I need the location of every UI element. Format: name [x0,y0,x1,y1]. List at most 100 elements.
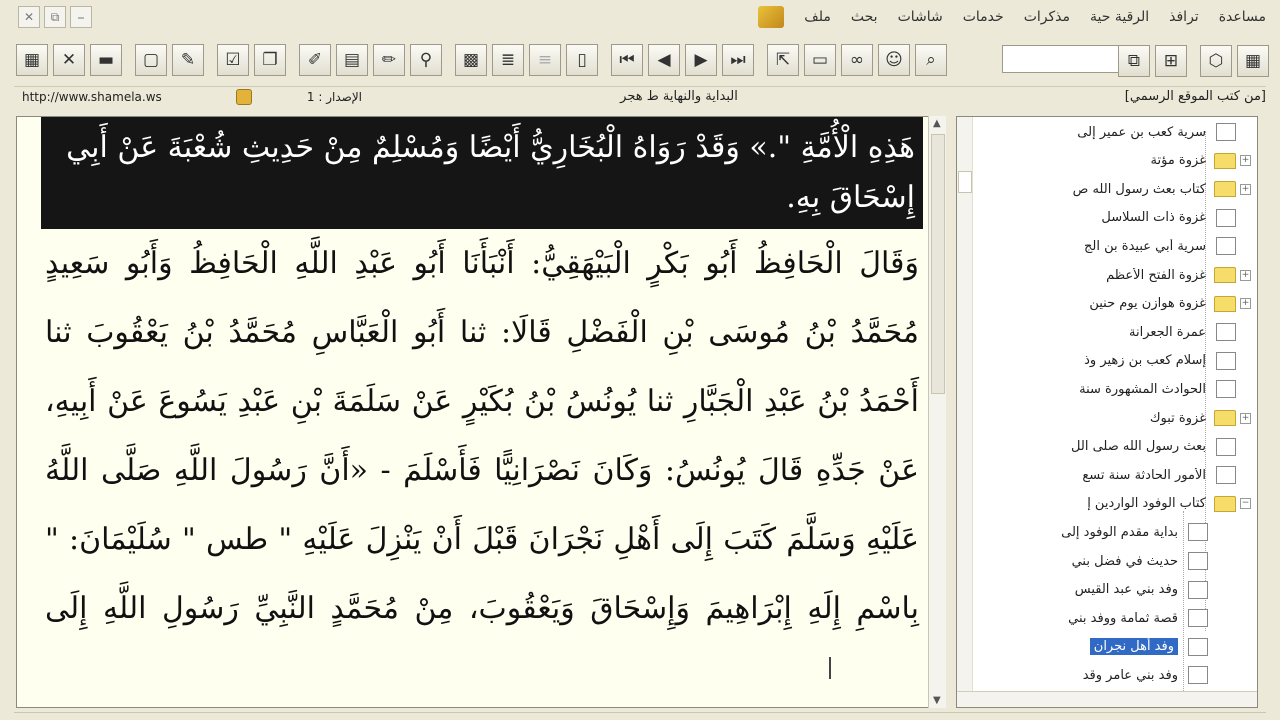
scholar-icon[interactable]: ☺ [878,44,910,76]
book-icon[interactable]: ▬ [90,44,122,76]
pencil-icon[interactable]: ✏ [373,44,405,76]
shelf-icon[interactable]: ▦ [1237,45,1269,77]
tree-item[interactable]: غزوة ذات السلاسل [1061,207,1251,229]
menu-services[interactable]: خدمات [963,9,1004,25]
tree-item[interactable]: + غزوة الفتح الأعظم [1061,264,1251,286]
website-link[interactable]: http://www.shamela.ws [22,90,162,104]
tree-item[interactable]: سرية كعب بن عمير إلى [1061,121,1251,143]
menu-tarafudh[interactable]: ترافذ [1169,9,1199,25]
scrollbar-thumb[interactable] [931,134,945,394]
tree-item[interactable]: عمرة الجعرانة [1061,321,1251,343]
library-icon[interactable]: ⬡ [1200,45,1232,77]
expand-icon[interactable]: + [1240,155,1251,167]
menu-search[interactable]: بحث [851,9,878,25]
search-doc-icon[interactable]: ⌕ [915,44,947,76]
tree-item[interactable]: إسلام كعب بن زهير وذ [1061,350,1251,372]
folder-icon [1214,152,1236,169]
tree-item-label: غزوة هوازن يوم حنين [1089,296,1206,312]
new-window-icon[interactable]: ⧉ [1118,45,1150,77]
minimize-icon[interactable]: ⎯ [70,6,92,28]
tree-item[interactable]: + غزوة تبوك [1061,407,1251,429]
page-icon [1216,466,1236,485]
tree-icon[interactable]: ⊞ [1155,45,1187,77]
page-icon [1188,609,1208,628]
menu-ruqya[interactable]: الرقية حية [1090,9,1149,25]
highlighted-passage[interactable]: هَذِهِ الْأُمَّةِ ".» وَقَدْ رَوَاهُ الْ… [41,117,923,229]
check-icon[interactable]: ☑ [217,44,249,76]
tree-scrollbar-thumb[interactable] [958,171,972,193]
tree-item[interactable]: بعث رسول الله صلى الل [1061,436,1251,458]
tree-scrollbar[interactable] [957,117,973,693]
grid-icon[interactable]: ▩ [455,44,487,76]
highlight-line: إِسْحَاقَ بِهِ. [786,180,915,215]
address-bar: http://www.shamela.ws الإصدار : 1 البداي… [14,86,1266,108]
lock-icon[interactable] [236,89,252,105]
last-page-icon[interactable]: ⏭ [722,44,754,76]
tree-item[interactable]: − كتاب الوفود الواردين إ [1061,493,1251,515]
tree-item[interactable]: + غزوة هوازن يوم حنين [1061,293,1251,315]
book-title: البداية والنهاية ط هجر [620,89,738,104]
book-index-tree[interactable]: سرية كعب بن عمير إلى + غزوة مؤتة + كتاب بعث … [956,116,1258,708]
collapse-icon[interactable]: − [1240,498,1251,510]
text-line: عَنْ جَدِّهِ قَالَ يُونُسُ: وَكَانَ نَصْ… [45,453,919,488]
tree-item-label: إسلام كعب بن زهير وذ [1084,353,1206,369]
close-icon[interactable]: ✕ [18,6,40,28]
highlight-icon[interactable]: ▤ [336,44,368,76]
app-window: ✕ ⧉ ⎯ ملف بحث شاشات خدمات مذكرات الرقية … [0,0,1280,720]
page-icon[interactable]: ▢ [135,44,167,76]
page-icon [1216,323,1236,342]
menu-screens[interactable]: شاشات [898,9,943,25]
scroll-down-icon[interactable]: ▼ [933,695,941,706]
filter-icon[interactable]: ⚲ [410,44,442,76]
menu-notes[interactable]: مذكرات [1024,9,1070,25]
tree-item[interactable]: الأمور الحادثة سنة تسع [1061,464,1251,486]
tree-item-label: حديث في فضل بني [1071,553,1178,569]
tree-item[interactable]: + غزوة مؤتة [1061,150,1251,172]
tree-item[interactable]: حديث في فضل بني [1061,550,1223,572]
notes-icon[interactable]: ≣ [492,44,524,76]
restore-icon[interactable]: ⧉ [44,6,66,28]
expand-icon[interactable]: + [1240,412,1251,424]
next-page-icon[interactable]: ▶ [685,44,717,76]
browse-icon[interactable]: ✎ [172,44,204,76]
scroll-up-icon[interactable]: ▲ [933,118,941,129]
text-line: وَقَالَ الْحَافِظُ أَبُو بَكْرٍ الْبَيْه… [45,246,919,281]
menu-file[interactable]: ملف [804,9,831,25]
tree-item[interactable]: وفد بني عبد القيس [1061,579,1223,601]
expand-icon[interactable]: + [1240,298,1251,310]
open-book-icon[interactable]: ▯ [566,44,598,76]
app-logo-icon[interactable]: ▦ [16,44,48,76]
folder-icon [1214,495,1236,512]
text-line: مُحَمَّدُ بْنُ مُوسَى بْنِ الْفَضْلِ قَا… [45,315,919,350]
binoculars-icon[interactable]: ∞ [841,44,873,76]
tree-item[interactable]: سرية أبي عبيدة بن الج [1061,235,1251,257]
expand-icon[interactable]: + [1240,183,1251,195]
tree-horizontal-scrollbar[interactable] [957,691,1257,707]
app-logo-icon [758,6,785,28]
export-icon[interactable]: ⇱ [767,44,799,76]
prev-page-icon[interactable]: ◀ [648,44,680,76]
tree-item[interactable]: الحوادث المشهورة سنة [1061,378,1251,400]
copy-icon[interactable]: ❐ [254,44,286,76]
expand-icon[interactable]: + [1240,269,1251,281]
tree-item[interactable]: وفد بني عامر وقد [1061,664,1223,686]
book-text-pane[interactable]: هَذِهِ الْأُمَّةِ ".» وَقَدْ رَوَاهُ الْ… [16,116,946,708]
edition-label: الإصدار : 1 [306,90,362,104]
search-input[interactable] [1002,45,1130,73]
tree-item-label: بعث رسول الله صلى الل [1071,439,1206,455]
blank-icon[interactable]: ≡ [529,44,561,76]
source-label: [من كتب الموقع الرسمي] [1124,89,1266,104]
tree-item[interactable]: وفد أهل نجران [1061,636,1223,658]
menu-bar: ملف بحث شاشات خدمات مذكرات الرقية حية تر… [758,6,1266,28]
tools-icon[interactable]: ✕ [53,44,85,76]
open-folder-icon[interactable]: ▭ [804,44,836,76]
tree-item[interactable]: بداية مقدم الوفود إلى [1061,521,1223,543]
text-scrollbar[interactable]: ▲ ▼ [928,116,946,708]
tree-item[interactable]: + كتاب بعث رسول الله ص [1061,178,1251,200]
edit-icon[interactable]: ✐ [299,44,331,76]
folder-icon [1214,295,1236,312]
menu-help[interactable]: مساعدة [1219,9,1266,25]
tree-item[interactable]: قصة ثمامة ووفد بني [1061,607,1223,629]
tree-item-label: كتاب الوفود الواردين إ [1087,496,1206,512]
first-page-icon[interactable]: ⏮ [611,44,643,76]
